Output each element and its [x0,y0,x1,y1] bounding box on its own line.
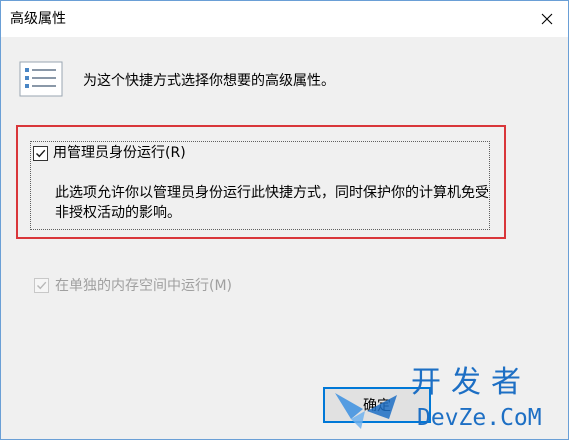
ok-button[interactable]: 确定 [323,387,431,423]
title-bar: 高级属性 [1,1,568,37]
dialog-body: 为这个快捷方式选择你想要的高级属性。 用管理员身份运行(R) 此选项允许你以管理… [1,37,568,439]
run-as-admin-checkbox[interactable] [33,146,48,161]
run-as-admin-description: 此选项允许你以管理员身份运行此快捷方式，同时保护你的计算机免受非授权活动的影响。 [55,185,489,221]
checkmark-icon [36,149,46,158]
close-icon [541,13,553,25]
run-as-admin-label[interactable]: 用管理员身份运行(R) [53,144,186,162]
separate-memory-checkbox[interactable] [34,278,49,293]
separate-memory-label: 在单独的内存空间中运行(M) [55,278,233,294]
window-title: 高级属性 [10,11,66,27]
advanced-properties-dialog: 高级属性 为这个快捷方式选择你想要的高级属性。 用管理员身份运行(R) 此选项允… [0,0,569,440]
intro-text: 为这个快捷方式选择你想要的高级属性。 [83,73,335,89]
checkmark-icon [37,281,47,290]
ok-button-label: 确定 [363,398,391,414]
properties-list-icon [19,61,63,97]
close-button[interactable] [532,5,562,33]
